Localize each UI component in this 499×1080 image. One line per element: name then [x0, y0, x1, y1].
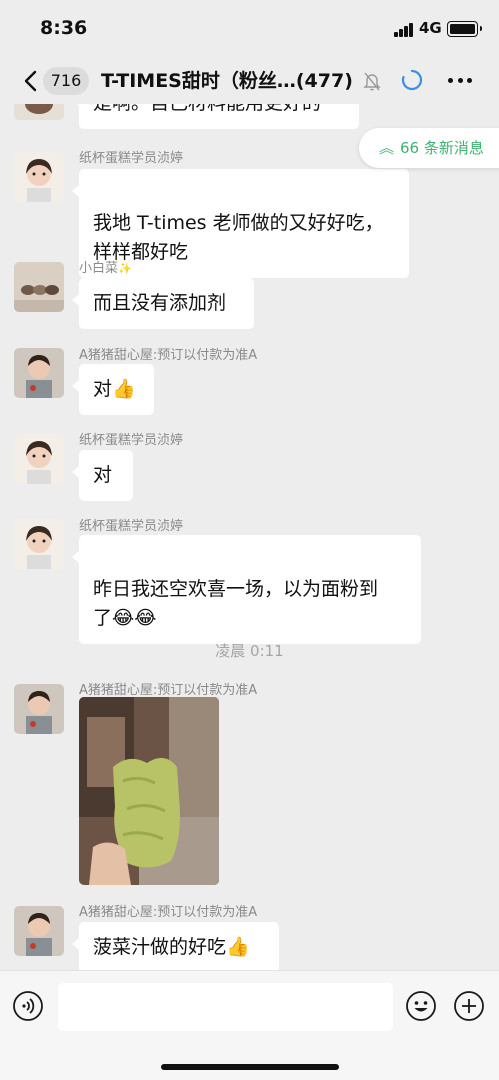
sender-name: A猪猪甜心屋:预订以付款为准A: [79, 683, 258, 698]
status-time: 8:36: [40, 17, 88, 39]
avatar[interactable]: [14, 104, 64, 120]
thumbs-up-icon: 👍: [112, 378, 136, 400]
unread-count-badge[interactable]: 716: [43, 67, 89, 95]
message-bubble[interactable]: 对: [72, 450, 133, 501]
home-indicator: [161, 1064, 339, 1070]
thumbs-up-icon: 👍: [226, 936, 250, 958]
chat-title: T-TIMES甜时（粉丝…(477): [101, 70, 353, 92]
status-bar: 8:36 4G: [0, 0, 499, 58]
sender-name: A猪猪甜心屋:预订以付款为准A: [79, 348, 258, 363]
avatar[interactable]: [14, 152, 64, 202]
message-bubble[interactable]: 对👍: [72, 364, 154, 415]
voice-input-icon[interactable]: [12, 990, 44, 1022]
message-bubble[interactable]: 是啊。自己材料能用更好的: [72, 104, 359, 129]
avatar[interactable]: [14, 434, 64, 484]
message-bubble[interactable]: 昨日我还空欢喜一场，以为面粉到 了😂😂: [72, 535, 421, 644]
message-text: 我地 T-times 老师做的又好好吃， 样样都好吃: [93, 212, 384, 263]
avatar[interactable]: [14, 906, 64, 956]
message-text: 菠菜汁做的好吃: [93, 936, 227, 958]
emoji-icon[interactable]: [405, 990, 437, 1022]
network-type: 4G: [419, 19, 442, 37]
more-options-icon[interactable]: [448, 78, 472, 84]
green-steamed-cake-photo[interactable]: [79, 697, 219, 885]
timestamp: 凌晨 0:11: [215, 642, 284, 660]
loading-spinner-icon: [401, 69, 423, 91]
back-icon[interactable]: [21, 69, 43, 93]
sender-name: 纸杯蛋糕学员浈婷: [79, 151, 184, 166]
sender-name: 小白菜✨: [79, 257, 132, 276]
new-messages-button[interactable]: ︽ 66 条新消息: [359, 128, 499, 168]
tears-of-joy-icon: 😂😂: [112, 607, 157, 629]
message-text: 对: [93, 378, 113, 400]
avatar[interactable]: [14, 684, 64, 734]
message-bubble[interactable]: 而且没有添加剂: [72, 278, 254, 329]
sender-name: 纸杯蛋糕学员浈婷: [79, 519, 184, 534]
input-bar: [0, 970, 499, 1080]
sparkle-icon: ✨: [118, 262, 132, 275]
message-input[interactable]: [58, 983, 393, 1031]
message-list[interactable]: 是啊。自己材料能用更好的 纸杯蛋糕学员浈婷 我地 T-times 老师做的又好好…: [0, 104, 499, 970]
signal-icon: [394, 23, 414, 37]
message-text: 而且没有添加剂: [93, 292, 227, 314]
mute-bell-icon: [363, 72, 381, 91]
sender-name-text: 小白菜: [79, 261, 119, 276]
avatar[interactable]: [14, 348, 64, 398]
sender-name: 纸杯蛋糕学员浈婷: [79, 433, 184, 448]
message-text: 是啊。自己材料能用更好的: [93, 104, 321, 114]
double-chevron-up-icon: ︽: [379, 139, 395, 157]
sender-name: A猪猪甜心屋:预订以付款为准A: [79, 905, 258, 920]
avatar[interactable]: [14, 262, 64, 312]
plus-icon[interactable]: [453, 990, 485, 1022]
chat-header: 716 T-TIMES甜时（粉丝…(477): [0, 58, 499, 104]
battery-icon: [447, 21, 482, 37]
avatar[interactable]: [14, 519, 64, 569]
message-text: 对: [93, 464, 113, 486]
message-bubble[interactable]: 菠菜汁做的好吃👍: [72, 922, 279, 970]
new-messages-label: 66 条新消息: [400, 139, 484, 157]
